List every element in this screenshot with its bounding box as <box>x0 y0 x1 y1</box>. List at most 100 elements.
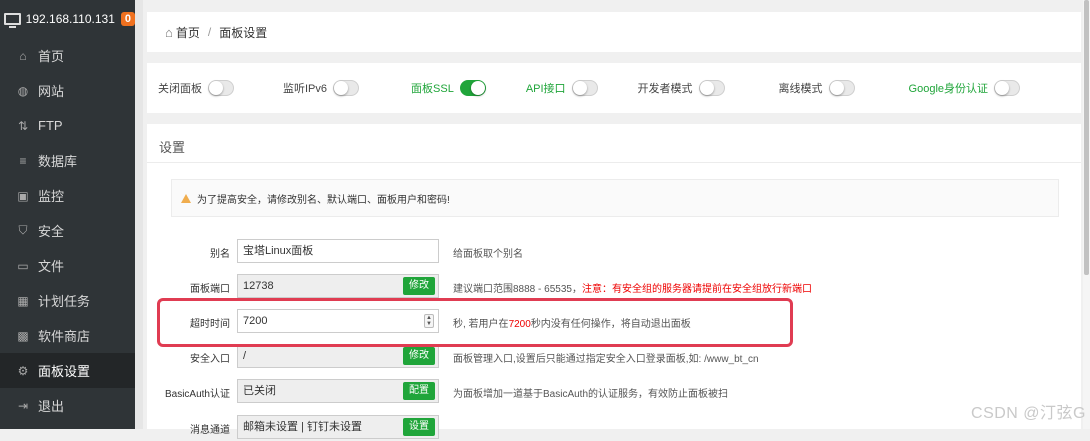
breadcrumb-current: 面板设置 <box>219 25 268 40</box>
sidebar-item-2[interactable]: ⇅ FTP <box>0 108 135 143</box>
basicauth-label: BasicAuth认证 <box>164 388 230 400</box>
port-help: 建议端口范围8888 - 65535，注意：有安全组的服务器请提前在安全组放行新… <box>453 280 812 295</box>
database-icon: ≡ <box>19 153 27 168</box>
port-row: 面板端口 12738 修改 建议端口范围8888 - 65535，注意：有安全组… <box>147 274 1081 300</box>
shield-icon: ⛉ <box>18 223 28 237</box>
sidebar-item-8[interactable]: ▩ 软件商店 <box>0 318 135 353</box>
toggle-label: 监听IPv6 <box>283 83 328 95</box>
toggle-switch[interactable] <box>698 80 725 96</box>
settings-title: 设置 <box>159 140 186 155</box>
sidebar-item-label: 文件 <box>38 259 65 274</box>
breadcrumb-separator: / <box>207 25 212 39</box>
port-value: 12738 <box>243 280 274 292</box>
server-header: 192.168.110.131 0 <box>0 0 135 38</box>
port-help-warning: 注意：有安全组的服务器请提前在安全组放行新端口 <box>581 283 812 295</box>
sidebar-item-label: 网站 <box>38 84 65 99</box>
sidebar-item-7[interactable]: ▦ 计划任务 <box>0 283 135 318</box>
sidebar-item-label: 监控 <box>38 189 65 204</box>
sidebar-item-1[interactable]: ◍ 网站 <box>0 73 135 108</box>
basicauth-input[interactable]: 已关闭 配置 <box>237 379 439 403</box>
port-help-text: 建议端口范围8888 - 65535， <box>453 283 582 295</box>
sidebar-item-label: 面板设置 <box>38 364 91 379</box>
gear-icon: ⚙ <box>17 363 29 378</box>
toggle-group-4: 开发者模式 <box>638 80 725 96</box>
toggle-switch[interactable] <box>333 80 360 96</box>
toggle-label: 关闭面板 <box>158 83 202 95</box>
entry-label: 安全入口 <box>190 353 230 365</box>
warning-banner: 为了提高安全，请修改别名、默认端口、面板用户和密码! <box>171 179 1059 217</box>
sidebar-item-label: 软件商店 <box>38 329 91 344</box>
toggle-group-3: API接口 <box>526 80 598 96</box>
sidebar-item-10[interactable]: ⇥ 退出 <box>0 388 135 423</box>
sidebar-item-label: 安全 <box>38 224 65 239</box>
alias-label: 别名 <box>210 248 230 260</box>
globe-icon: ◍ <box>17 83 29 98</box>
toggle-group-6: Google身份认证 <box>908 80 1021 96</box>
breadcrumb-home[interactable]: 首页 <box>176 24 200 41</box>
entry-help: 面板管理入口,设置后只能通过指定安全入口登录面板,如: /www_bt_cn <box>453 353 759 365</box>
sidebar-nav: ⌂ 首页 ◍ 网站 ⇅ FTP ≡ 数据库 ▣ 监控 ⛉ 安全 ▭ 文件 ▦ 计划任务 ▩ 软件商店 ⚙ 面板设置 ⇥ 退… <box>0 38 135 423</box>
sidebar-item-6[interactable]: ▭ 文件 <box>0 248 135 283</box>
apps-icon: ▩ <box>17 328 29 343</box>
scrollbar[interactable] <box>1083 0 1090 429</box>
sidebar-item-5[interactable]: ⛉ 安全 <box>0 213 135 248</box>
sidebar: 192.168.110.131 0 ⌂ 首页 ◍ 网站 ⇅ FTP ≡ 数据库 ▣ 监控 ⛉ 安全 ▭ 文… <box>0 0 135 429</box>
alias-help: 给面板取个别名 <box>453 248 523 260</box>
monitor-icon <box>4 13 21 28</box>
toggle-label: API接口 <box>525 83 566 95</box>
sidebar-item-4[interactable]: ▣ 监控 <box>0 178 135 213</box>
toggle-label: 开发者模式 <box>637 83 693 95</box>
server-ip: 192.168.110.131 <box>25 12 115 26</box>
sidebar-item-label: 首页 <box>38 49 65 64</box>
toggle-label: 离线模式 <box>778 83 823 95</box>
watermark: CSDN @汀弦G <box>971 405 1086 422</box>
toggle-switch[interactable] <box>994 80 1021 96</box>
sidebar-item-label: 计划任务 <box>38 294 91 309</box>
settings-panel: 设置 为了提高安全，请修改别名、默认端口、面板用户和密码! 别名 宝塔Linux… <box>147 124 1081 439</box>
scrollbar-thumb[interactable] <box>1084 0 1089 275</box>
toggle-switch[interactable] <box>828 80 855 96</box>
logout-icon: ⇥ <box>17 398 29 413</box>
toggle-label: Google身份认证 <box>908 83 989 95</box>
alias-row: 别名 宝塔Linux面板 给面板取个别名 <box>147 239 1081 265</box>
entry-value: / <box>243 350 247 362</box>
toggle-label: 面板SSL <box>411 83 454 95</box>
notify-row: 消息通道 邮箱未设置 | 钉钉未设置 设置 <box>147 415 1081 441</box>
port-input[interactable]: 12738 修改 <box>237 274 439 298</box>
entry-row: 安全入口 / 修改 面板管理入口,设置后只能通过指定安全入口登录面板,如: /w… <box>147 344 1081 370</box>
alias-input[interactable]: 宝塔Linux面板 <box>237 239 439 263</box>
sidebar-gutter <box>135 0 143 429</box>
ftp-icon: ⇅ <box>17 118 29 133</box>
timeout-highlight-box <box>157 298 793 347</box>
sidebar-item-label: FTP <box>38 118 63 133</box>
entry-input[interactable]: / 修改 <box>237 344 439 368</box>
toggle-group-1: 监听IPv6 <box>283 80 360 96</box>
notify-value: 邮箱未设置 | 钉钉未设置 <box>243 421 362 433</box>
calendar-icon: ▦ <box>17 293 29 308</box>
notify-input[interactable]: 邮箱未设置 | 钉钉未设置 设置 <box>237 415 439 439</box>
toggle-group-5: 离线模式 <box>779 80 855 96</box>
basicauth-value: 已关闭 <box>243 385 276 397</box>
sidebar-item-9[interactable]: ⚙ 面板设置 <box>0 353 135 388</box>
port-modify-button[interactable]: 修改 <box>403 277 435 295</box>
folder-icon: ▭ <box>17 258 29 273</box>
home-icon[interactable]: ⌂ <box>165 25 173 40</box>
sidebar-item-0[interactable]: ⌂ 首页 <box>0 38 135 73</box>
toggle-switch[interactable] <box>459 80 486 96</box>
divider <box>147 162 1081 163</box>
toggle-switch[interactable] <box>208 80 234 96</box>
warning-text: 为了提高安全，请修改别名、默认端口、面板用户和密码! <box>197 194 450 206</box>
notify-set-button[interactable]: 设置 <box>403 418 435 436</box>
sidebar-item-3[interactable]: ≡ 数据库 <box>0 143 135 178</box>
entry-modify-button[interactable]: 修改 <box>403 347 435 365</box>
home-icon: ⌂ <box>19 48 27 63</box>
toggle-group-0: 关闭面板 <box>158 80 234 96</box>
notification-badge[interactable]: 0 <box>120 12 135 26</box>
basicauth-help: 为面板增加一道基于BasicAuth的认证服务，有效防止面板被扫 <box>453 388 729 400</box>
basicauth-config-button[interactable]: 配置 <box>403 382 435 400</box>
sidebar-item-label: 退出 <box>38 399 65 414</box>
toggle-switch[interactable] <box>571 80 598 96</box>
toggle-bar: 关闭面板 监听IPv6 面板SSL API接口 开发者模式 离线模式 Google身份认证 <box>147 63 1081 113</box>
warning-icon <box>181 193 191 203</box>
monitor-icon: ▣ <box>17 188 29 203</box>
